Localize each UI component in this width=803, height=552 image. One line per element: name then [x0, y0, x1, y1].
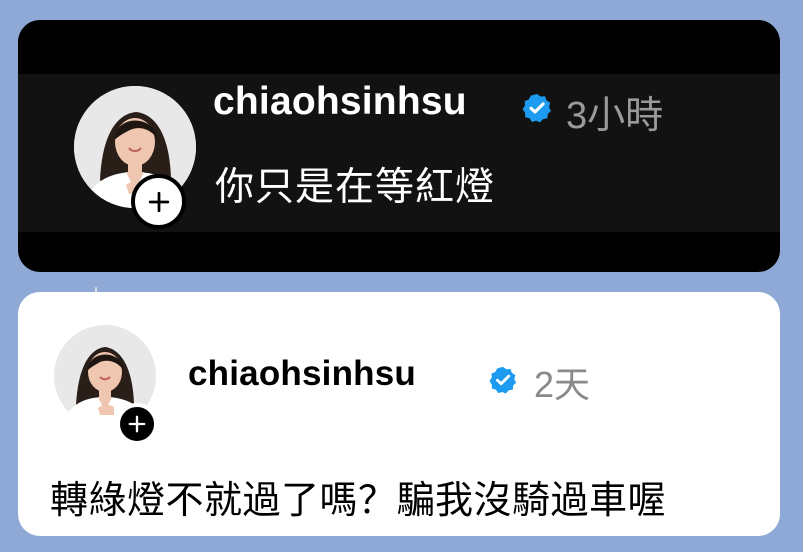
verified-badge-icon [489, 366, 517, 394]
follow-button[interactable] [131, 174, 186, 229]
follow-button[interactable] [116, 403, 158, 445]
dark-post-card: chiaohsinhsu 3小時 你只是在等紅燈 [18, 20, 780, 272]
plus-icon [128, 415, 146, 433]
verified-badge-icon [522, 94, 551, 123]
username[interactable]: chiaohsinhsu [213, 80, 467, 124]
plus-icon [148, 191, 169, 212]
post-text: 你只是在等紅燈 [215, 165, 496, 210]
username[interactable]: chiaohsinhsu [188, 354, 416, 394]
post-text: 轉綠燈不就過了嗎？騙我沒騎過車喔 [50, 478, 667, 522]
timestamp: 3小時 [566, 95, 664, 137]
timestamp: 2天 [534, 364, 591, 405]
light-post-card: chiaohsinhsu 2天 轉綠燈不就過了嗎？騙我沒騎過車喔 [18, 292, 780, 536]
